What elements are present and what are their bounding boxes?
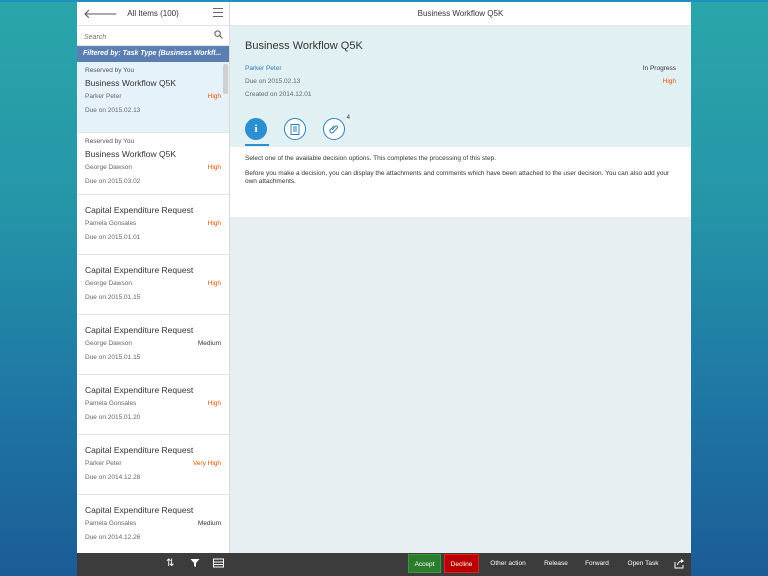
icon-tab-bar: i 4	[245, 115, 362, 140]
master-list-pane: 🡐 All Items (100) Filtered by: Task Type…	[77, 2, 230, 553]
item-due: Due on 2015.01.20	[85, 414, 141, 421]
search-input[interactable]	[84, 28, 204, 47]
list-item[interactable]: Capital Expenditure Request Parker Peter…	[77, 435, 229, 495]
reserved-label: Reserved by You	[85, 138, 135, 145]
item-due: Due on 2015.02.13	[85, 107, 141, 114]
item-due: Due on 2015.01.15	[85, 294, 141, 301]
filter-icon[interactable]	[190, 558, 200, 571]
item-person: Parker Peter	[85, 460, 122, 467]
decline-button[interactable]: Decline	[444, 554, 479, 573]
notes-icon	[290, 123, 300, 135]
accept-button[interactable]: Accept	[408, 554, 441, 573]
master-header: 🡐 All Items (100)	[77, 2, 229, 26]
open-task-button[interactable]: Open Task	[621, 554, 665, 573]
share-icon[interactable]	[674, 558, 685, 572]
item-title: Capital Expenditure Request	[85, 505, 194, 515]
description-text-1: Select one of the available decision opt…	[245, 155, 496, 162]
item-priority: High	[207, 93, 221, 100]
item-title: Capital Expenditure Request	[85, 265, 194, 275]
item-priority: Medium	[197, 520, 221, 527]
status-text: In Progress	[642, 65, 676, 72]
item-person: Pamela Gonsales	[85, 400, 137, 407]
detail-content: Select one of the available decision opt…	[230, 147, 691, 217]
app-shell: 🡐 All Items (100) Filtered by: Task Type…	[77, 2, 691, 576]
item-due: Due on 2015.01.01	[85, 234, 141, 241]
list-scrollbar[interactable]	[223, 64, 228, 94]
item-title: Capital Expenditure Request	[85, 445, 194, 455]
item-priority: High	[207, 164, 221, 171]
search-icon[interactable]	[214, 30, 223, 39]
detail-title: Business Workflow Q5K	[245, 40, 363, 52]
list-item[interactable]: Capital Expenditure Request George Dawso…	[77, 255, 229, 315]
item-person: Pamela Gonsales	[85, 520, 137, 527]
item-priority: High	[207, 220, 221, 227]
item-due: Due on 2014.12.26	[85, 534, 141, 541]
filter-info-bar[interactable]: Filtered by: Task Type (Business Workfl.…	[77, 46, 229, 62]
item-title: Capital Expenditure Request	[85, 205, 194, 215]
search-bar	[77, 26, 229, 47]
detail-header-title: Business Workflow Q5K	[230, 2, 691, 26]
list-settings-icon[interactable]	[213, 8, 223, 20]
item-title: Business Workflow Q5K	[85, 149, 177, 159]
item-person: George Dawson	[85, 340, 132, 347]
item-priority: Medium	[197, 340, 221, 347]
task-list: Reserved by You Business Workflow Q5K Pa…	[77, 62, 229, 553]
item-person: George Dawson	[85, 280, 132, 287]
item-person: Pamela Gonsales	[85, 220, 137, 227]
forward-button[interactable]: Forward	[579, 554, 615, 573]
due-date: Due on 2015.02.13	[245, 78, 301, 85]
tab-notes[interactable]	[284, 118, 306, 140]
object-header: Business Workflow Q5K Parker Peter In Pro…	[230, 26, 691, 147]
owner-link[interactable]: Parker Peter	[245, 62, 282, 75]
active-tab-indicator	[245, 144, 269, 146]
tab-attachments[interactable]: 4	[323, 115, 350, 140]
item-priority: Very High	[192, 460, 221, 467]
item-title: Capital Expenditure Request	[85, 325, 194, 335]
list-item[interactable]: Capital Expenditure Request George Dawso…	[77, 315, 229, 375]
reserved-label: Reserved by You	[85, 67, 135, 74]
item-priority: High	[207, 400, 221, 407]
list-item[interactable]: Capital Expenditure Request Pamela Gonsa…	[77, 195, 229, 255]
list-item[interactable]: Capital Expenditure Request Pamela Gonsa…	[77, 375, 229, 435]
item-title: Capital Expenditure Request	[85, 385, 194, 395]
list-item[interactable]: Reserved by You Business Workflow Q5K Ge…	[77, 133, 229, 195]
tab-info[interactable]: i	[245, 118, 267, 140]
attachment-count: 4	[346, 115, 350, 121]
release-button[interactable]: Release	[537, 554, 575, 573]
list-item[interactable]: Capital Expenditure Request Pamela Gonsa…	[77, 495, 229, 553]
back-arrow-icon[interactable]: 🡐	[83, 6, 118, 22]
sort-icon[interactable]: ⇅	[166, 558, 174, 569]
info-icon: i	[254, 123, 258, 135]
detail-pane: Business Workflow Q5K Business Workflow …	[230, 2, 691, 553]
paperclip-icon	[329, 124, 339, 133]
priority-text: High	[662, 78, 676, 85]
item-due: Due on 2014.12.28	[85, 474, 141, 481]
item-person: Parker Peter	[85, 93, 122, 100]
description-text-2: Before you make a decision, you can disp…	[245, 170, 670, 185]
item-title: Business Workflow Q5K	[85, 78, 177, 88]
footer-toolbar: ⇅ Accept Decline Other action Release Fo…	[77, 553, 691, 576]
created-date: Created on 2014.12.01	[245, 91, 312, 98]
item-due: Due on 2015.01.15	[85, 354, 141, 361]
item-person: George Dawson	[85, 164, 132, 171]
other-action-button[interactable]: Other action	[484, 554, 532, 573]
item-priority: High	[207, 280, 221, 287]
item-due: Due on 2015.03.02	[85, 178, 141, 185]
list-item[interactable]: Reserved by You Business Workflow Q5K Pa…	[77, 62, 229, 133]
group-icon[interactable]	[213, 558, 224, 571]
